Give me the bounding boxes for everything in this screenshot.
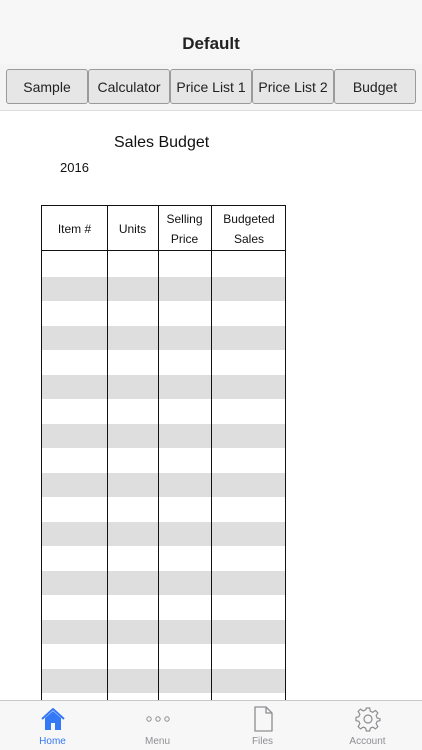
budget-table[interactable]: Item # Units Selling Price Budgeted Sales bbox=[41, 205, 286, 705]
table-row[interactable] bbox=[42, 473, 285, 497]
header-units: Units bbox=[118, 221, 147, 236]
header-item-number: Item # bbox=[57, 221, 92, 236]
table-row[interactable] bbox=[42, 326, 285, 350]
tab-menu[interactable]: Menu bbox=[105, 701, 210, 750]
file-icon bbox=[210, 705, 315, 733]
segment-budget[interactable]: Budget bbox=[334, 69, 416, 104]
tab-account[interactable]: Account bbox=[315, 701, 420, 750]
table-row[interactable] bbox=[42, 669, 285, 693]
table-row[interactable] bbox=[42, 424, 285, 448]
nav-title: Default bbox=[182, 34, 240, 53]
navigation-bar: Default bbox=[0, 0, 422, 64]
table-row[interactable] bbox=[42, 571, 285, 595]
column-divider bbox=[211, 206, 212, 704]
bottom-tab-bar: Home Menu Files Account bbox=[0, 700, 422, 750]
segment-price-list-2[interactable]: Price List 2 bbox=[252, 69, 334, 104]
home-icon bbox=[0, 705, 105, 733]
column-divider bbox=[107, 206, 108, 704]
header-selling-price: Selling Price bbox=[166, 211, 203, 246]
sheet-year: 2016 bbox=[60, 160, 89, 175]
table-row[interactable] bbox=[42, 277, 285, 301]
sheet-title: Sales Budget bbox=[114, 134, 210, 151]
dots-icon bbox=[105, 705, 210, 733]
tab-menu-label: Menu bbox=[144, 736, 170, 747]
segment-calculator[interactable]: Calculator bbox=[88, 69, 170, 104]
table-row[interactable] bbox=[42, 375, 285, 399]
tab-files[interactable]: Files bbox=[210, 701, 315, 750]
tab-home-label: Home bbox=[39, 736, 66, 747]
tab-files-label: Files bbox=[251, 736, 274, 747]
segment-price-list-1[interactable]: Price List 1 bbox=[170, 69, 252, 104]
header-budgeted-sales: Budgeted Sales bbox=[223, 211, 275, 246]
segment-sample[interactable]: Sample bbox=[6, 69, 88, 104]
table-row[interactable] bbox=[42, 522, 285, 546]
tab-account-label: Account bbox=[349, 736, 386, 747]
sheet-segment-control: Sample Calculator Price List 1 Price Lis… bbox=[0, 64, 422, 111]
gear-icon bbox=[315, 705, 420, 733]
table-header: Item # Units Selling Price Budgeted Sales bbox=[42, 206, 285, 251]
tab-home[interactable]: Home bbox=[0, 701, 105, 750]
table-row[interactable] bbox=[42, 620, 285, 644]
column-divider bbox=[158, 206, 159, 704]
